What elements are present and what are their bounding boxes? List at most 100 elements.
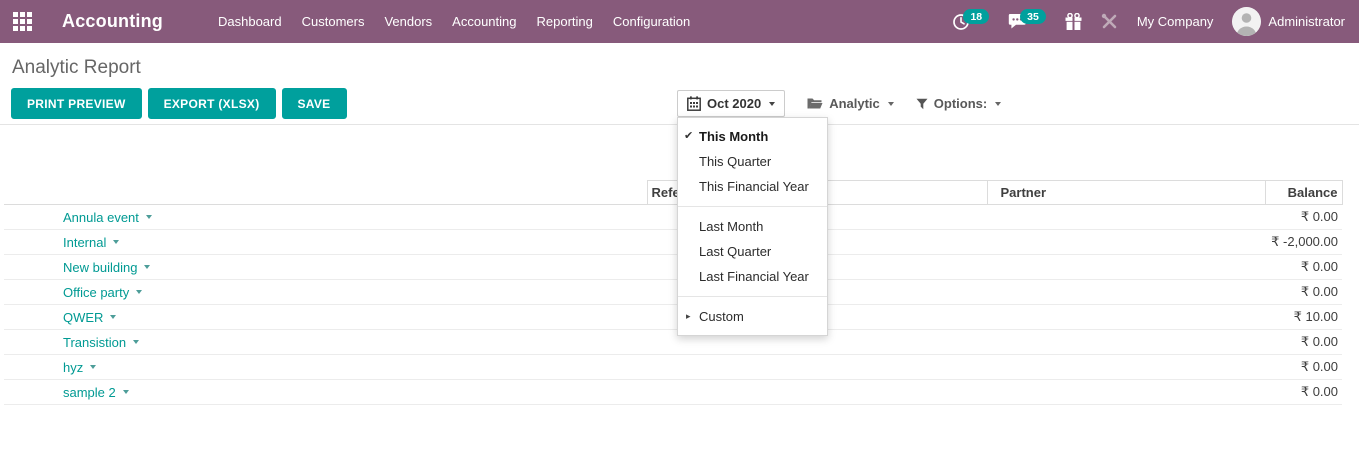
dropdown-item-this-financial-year[interactable]: This Financial Year bbox=[678, 174, 827, 199]
avatar[interactable] bbox=[1232, 7, 1261, 36]
options-filter-label: Options: bbox=[934, 96, 987, 111]
analytic-filter-label: Analytic bbox=[829, 96, 880, 111]
app-title: Accounting bbox=[62, 11, 163, 32]
account-name-label: New building bbox=[63, 260, 137, 275]
export-xlsx-button[interactable]: EXPORT (XLSX) bbox=[148, 88, 276, 119]
account-link-office-party[interactable]: Office party bbox=[63, 285, 142, 300]
account-name-label: sample 2 bbox=[63, 385, 116, 400]
table-row: hyz₹ 0.00 bbox=[4, 355, 1342, 380]
account-name-label: QWER bbox=[63, 310, 103, 325]
activities-button[interactable]: 18 bbox=[952, 13, 989, 31]
activities-badge: 18 bbox=[963, 9, 989, 24]
account-name-label: Transistion bbox=[63, 335, 126, 350]
dropdown-item-label: Custom bbox=[699, 309, 744, 324]
dropdown-item-this-quarter[interactable]: This Quarter bbox=[678, 149, 827, 174]
partner-cell bbox=[987, 380, 1265, 405]
partner-cell bbox=[987, 255, 1265, 280]
account-name-label: hyz bbox=[63, 360, 83, 375]
options-filter-button[interactable]: Options: bbox=[916, 96, 1001, 111]
nav-item-reporting[interactable]: Reporting bbox=[527, 0, 603, 43]
user-menu[interactable]: Administrator bbox=[1268, 14, 1345, 29]
balance-cell: ₹ 0.00 bbox=[1265, 280, 1342, 305]
account-link-annula-event[interactable]: Annula event bbox=[63, 210, 152, 225]
account-link-sample-2[interactable]: sample 2 bbox=[63, 385, 129, 400]
table-row: New building₹ 0.00 bbox=[4, 255, 1342, 280]
tools-icon bbox=[1101, 13, 1118, 30]
balance-cell: ₹ -2,000.00 bbox=[1265, 230, 1342, 255]
nav-item-configuration[interactable]: Configuration bbox=[603, 0, 700, 43]
company-switcher[interactable]: My Company bbox=[1137, 14, 1214, 29]
dropdown-divider bbox=[678, 206, 827, 207]
chevron-down-icon bbox=[123, 390, 129, 394]
dropdown-item-last-financial-year[interactable]: Last Financial Year bbox=[678, 264, 827, 289]
chevron-down-icon bbox=[995, 102, 1001, 106]
nav-item-accounting[interactable]: Accounting bbox=[442, 0, 526, 43]
submenu-caret-icon: ▸ bbox=[686, 309, 691, 324]
chevron-down-icon bbox=[113, 240, 119, 244]
date-filter-label: Oct 2020 bbox=[707, 96, 761, 111]
chevron-down-icon bbox=[146, 215, 152, 219]
partner-cell bbox=[987, 230, 1265, 255]
action-buttons: PRINT PREVIEWEXPORT (XLSX)SAVE bbox=[11, 88, 347, 119]
apps-menu-button[interactable] bbox=[0, 0, 44, 43]
account-link-new-building[interactable]: New building bbox=[63, 260, 150, 275]
rewards-button[interactable] bbox=[1065, 13, 1082, 31]
messages-button[interactable]: 35 bbox=[1008, 13, 1046, 30]
check-icon: ✔ bbox=[684, 129, 693, 144]
topbar: Accounting DashboardCustomersVendorsAcco… bbox=[0, 0, 1359, 43]
nav-item-vendors[interactable]: Vendors bbox=[374, 0, 442, 43]
chevron-down-icon bbox=[133, 340, 139, 344]
report-table-body: Annula event₹ 0.00Internal₹ -2,000.00New… bbox=[4, 205, 1342, 405]
table-row: Internal ₹ -2,000.00 bbox=[4, 230, 1342, 255]
account-link-hyz[interactable]: hyz bbox=[63, 360, 96, 375]
dropdown-item-label: Last Month bbox=[699, 219, 763, 234]
account-name-cell: hyz bbox=[4, 355, 647, 380]
account-name-cell: Office party bbox=[4, 280, 647, 305]
user-silhouette-icon bbox=[1232, 7, 1261, 36]
reference-cell bbox=[647, 380, 987, 405]
header-balance: Balance bbox=[1265, 181, 1342, 205]
dropdown-item-custom[interactable]: ▸ Custom bbox=[678, 304, 827, 329]
page-title: Analytic Report bbox=[12, 57, 141, 79]
partner-cell bbox=[987, 305, 1265, 330]
dropdown-item-this-month[interactable]: ✔ This Month bbox=[678, 124, 827, 149]
account-link-internal[interactable]: Internal bbox=[63, 235, 119, 250]
table-row: Office party ₹ 0.00 bbox=[4, 280, 1342, 305]
dropdown-item-last-quarter[interactable]: Last Quarter bbox=[678, 239, 827, 264]
balance-cell: ₹ 0.00 bbox=[1265, 205, 1342, 230]
analytic-filter-button[interactable]: Analytic bbox=[807, 96, 894, 111]
chevron-down-icon bbox=[144, 265, 150, 269]
folder-open-icon bbox=[807, 97, 823, 110]
account-link-transistion[interactable]: Transistion bbox=[63, 335, 139, 350]
account-name-cell: sample 2 bbox=[4, 380, 647, 405]
dropdown-item-label: This Month bbox=[699, 129, 768, 144]
dropdown-item-label: This Quarter bbox=[699, 154, 771, 169]
date-filter-button[interactable]: Oct 2020 bbox=[677, 90, 785, 117]
chevron-down-icon bbox=[90, 365, 96, 369]
apps-grid-icon bbox=[13, 12, 32, 31]
partner-cell bbox=[987, 330, 1265, 355]
partner-cell bbox=[987, 280, 1265, 305]
filter-toolbar: Oct 2020 Analytic Options: bbox=[677, 89, 1001, 118]
partner-cell bbox=[987, 205, 1265, 230]
nav-item-customers[interactable]: Customers bbox=[292, 0, 375, 43]
header-name bbox=[4, 181, 647, 205]
nav-item-dashboard[interactable]: Dashboard bbox=[208, 0, 292, 43]
account-name-cell: New building bbox=[4, 255, 647, 280]
account-link-qwer[interactable]: QWER bbox=[63, 310, 116, 325]
dropdown-item-last-month[interactable]: Last Month bbox=[678, 214, 827, 239]
chevron-down-icon bbox=[136, 290, 142, 294]
print-preview-button[interactable]: PRINT PREVIEW bbox=[11, 88, 142, 119]
save-button[interactable]: SAVE bbox=[282, 88, 347, 119]
dropdown-item-label: Last Quarter bbox=[699, 244, 771, 259]
messages-badge: 35 bbox=[1020, 9, 1046, 24]
dropdown-divider bbox=[678, 296, 827, 297]
date-dropdown: ✔ This Month This Quarter This Financial Ye… bbox=[677, 117, 828, 336]
systray: 18 35 bbox=[952, 0, 1359, 43]
header-partner: Partner bbox=[987, 181, 1265, 205]
account-name-label: Internal bbox=[63, 235, 106, 250]
account-name-cell: Internal bbox=[4, 230, 647, 255]
filter-funnel-icon bbox=[916, 98, 928, 110]
debug-tools-button[interactable] bbox=[1101, 13, 1118, 30]
table-row: sample 2₹ 0.00 bbox=[4, 380, 1342, 405]
